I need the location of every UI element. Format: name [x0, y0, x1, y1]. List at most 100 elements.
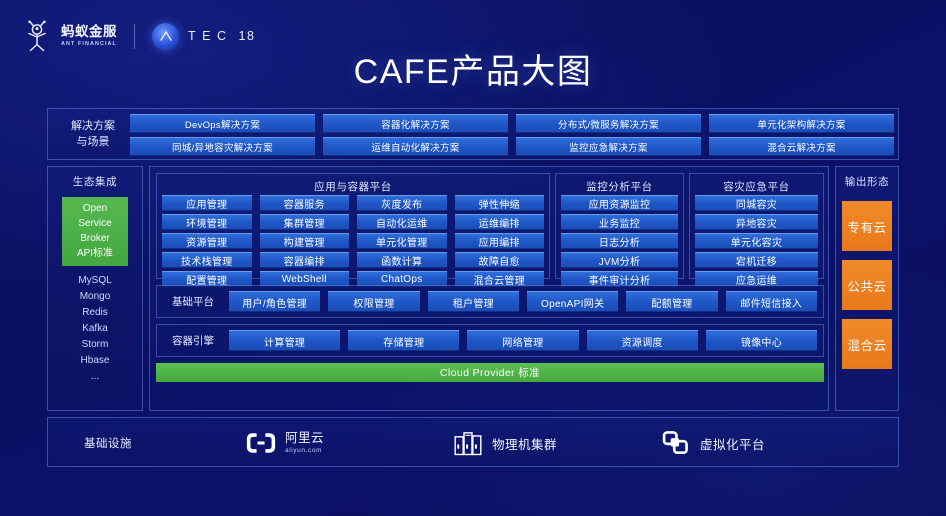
solutions-label-line1: 解决方案	[71, 120, 115, 132]
solution-chip[interactable]: DevOps解决方案	[130, 114, 315, 133]
monitor-chip[interactable]: JVM分析	[561, 252, 678, 268]
monitor-platform-grid: 应用资源监控 业务监控 日志分析 JVM分析 事件审计分析	[561, 195, 678, 287]
app-container-platform-title: 应用与容器平台	[314, 181, 392, 193]
solution-chip[interactable]: 同城/异地容灾解决方案	[130, 137, 315, 156]
solution-chip[interactable]: 单元化架构解决方案	[709, 114, 894, 133]
container-engine-chip[interactable]: 网络管理	[467, 330, 579, 351]
base-platform-chips: 用户/角色管理 权限管理 租户管理 OpenAPI网关 配额管理 邮件短信接入	[229, 291, 823, 312]
app-platform-chip[interactable]: 容器编排	[259, 252, 349, 268]
physical-cluster-name: 物理机集群	[492, 437, 558, 452]
container-engine-chip[interactable]: 存储管理	[348, 330, 460, 351]
aliyun-text: 阿里云 aliyun.com	[285, 431, 325, 454]
aliyun-domain: aliyun.com	[285, 446, 323, 454]
output-forms-title: 输出形态	[844, 176, 890, 188]
monitor-chip[interactable]: 应用资源监控	[561, 195, 678, 211]
solution-chip[interactable]: 混合云解决方案	[709, 137, 894, 156]
ecosystem-item: Storm	[81, 339, 109, 350]
infrastructure-item-aliyun: 阿里云 aliyun.com	[246, 428, 324, 458]
disaster-chip[interactable]: 同城容灾	[695, 195, 818, 211]
output-forms-panel: 输出形态 专有云 公共云 混合云	[835, 166, 899, 411]
ecosystem-title: 生态集成	[72, 176, 118, 188]
solutions-row-2: 同城/异地容灾解决方案 运维自动化解决方案 监控应急解决方案 混合云解决方案	[130, 137, 894, 156]
container-engine-label: 容器引擎	[172, 335, 214, 347]
output-form-box[interactable]: 混合云	[842, 319, 892, 369]
brand-name-cn: 蚂蚁金服	[61, 24, 117, 40]
app-platform-chip[interactable]: 函数计算	[357, 252, 447, 268]
app-container-platform-grid: 应用管理 容器服务 灰度发布 弹性伸缩 环境管理 集群管理 自动化运维 运维编排…	[162, 195, 544, 287]
monitor-chip[interactable]: 日志分析	[561, 233, 678, 249]
base-platform-chip[interactable]: 租户管理	[427, 291, 519, 312]
page-title: CAFE产品大图	[353, 53, 593, 91]
server-rack-icon	[453, 428, 483, 458]
ecosystem-item: Kafka	[82, 323, 108, 334]
solutions-label: 解决方案 与场景	[56, 118, 130, 150]
disaster-chip[interactable]: 宕机迁移	[695, 252, 818, 268]
cloud-provider-standard-bar: Cloud Provider 标准	[156, 363, 824, 382]
app-platform-chip[interactable]: 运维编排	[454, 214, 544, 230]
base-platform-row: 基础平台 用户/角色管理 权限管理 租户管理 OpenAPI网关 配额管理 邮件…	[156, 285, 824, 318]
monitor-chip[interactable]: 业务监控	[561, 214, 678, 230]
ecosystem-panel: 生态集成 Open Service Broker API标准 MySQL Mon…	[47, 166, 143, 411]
app-platform-chip[interactable]: 应用编排	[454, 233, 544, 249]
virtualization-name: 虚拟化平台	[700, 437, 766, 452]
container-engine-row: 容器引擎 计算管理 存储管理 网络管理 资源调度 镜像中心	[156, 324, 824, 357]
base-platform-chip[interactable]: 用户/角色管理	[229, 291, 321, 312]
open-service-broker-block: Open Service Broker API标准	[62, 197, 128, 266]
solution-chip[interactable]: 分布式/微服务解决方案	[516, 114, 701, 133]
solution-chip[interactable]: 运维自动化解决方案	[323, 137, 508, 156]
container-engine-chip[interactable]: 镜像中心	[705, 330, 818, 351]
output-form-box[interactable]: 公共云	[842, 260, 892, 310]
output-form-box[interactable]: 专有云	[842, 201, 892, 251]
app-platform-chip[interactable]: 应用管理	[162, 195, 252, 211]
solution-chip[interactable]: 容器化解决方案	[323, 114, 508, 133]
app-platform-chip[interactable]: 灰度发布	[357, 195, 447, 211]
osb-line: API标准	[76, 248, 114, 259]
disaster-platform-title: 容灾应急平台	[723, 181, 790, 193]
infrastructure-item-physical: 物理机集群	[453, 428, 557, 458]
osb-line: Open	[82, 203, 108, 214]
app-platform-chip[interactable]: 技术栈管理	[162, 252, 252, 268]
disaster-chip[interactable]: 单元化容灾	[695, 233, 818, 249]
base-platform-chip[interactable]: OpenAPI网关	[526, 291, 619, 312]
app-container-platform-panel: 应用与容器平台 应用管理 容器服务 灰度发布 弹性伸缩 环境管理 集群管理 自动…	[156, 173, 550, 287]
infrastructure-panel: 基础设施 阿里云 aliyun.com 物理机集群 虚拟化平台	[47, 417, 899, 467]
solutions-grid: DevOps解决方案 容器化解决方案 分布式/微服务解决方案 单元化架构解决方案…	[130, 114, 894, 156]
atec-word: TEC	[188, 29, 233, 43]
container-engine-chip[interactable]: 资源调度	[586, 330, 698, 351]
atec-year: 18	[238, 29, 256, 43]
app-platform-chip[interactable]: 资源管理	[162, 233, 252, 249]
disaster-platform-grid: 同城容灾 异地容灾 单元化容灾 宕机迁移 应急运维	[695, 195, 818, 287]
app-platform-chip[interactable]: 弹性伸缩	[454, 195, 544, 211]
app-platform-chip[interactable]: 构建管理	[259, 233, 349, 249]
base-platform-chip[interactable]: 邮件短信接入	[725, 291, 817, 312]
solutions-panel: 解决方案 与场景 DevOps解决方案 容器化解决方案 分布式/微服务解决方案 …	[47, 108, 899, 160]
solutions-row-1: DevOps解决方案 容器化解决方案 分布式/微服务解决方案 单元化架构解决方案	[130, 114, 894, 133]
app-platform-chip[interactable]: 故障自愈	[454, 252, 544, 268]
container-engine-chip[interactable]: 计算管理	[229, 330, 341, 351]
base-platform-chip[interactable]: 配额管理	[626, 291, 718, 312]
solutions-label-line2: 与场景	[76, 136, 110, 148]
virtualization-icon	[661, 428, 691, 458]
aliyun-name: 阿里云	[285, 431, 325, 446]
app-platform-chip[interactable]: 容器服务	[259, 195, 349, 211]
monitor-platform-title: 监控分析平台	[586, 181, 653, 193]
ecosystem-item-list: MySQL Mongo Redis Kafka Storm Hbase ...	[48, 274, 142, 384]
base-platform-chip[interactable]: 权限管理	[328, 291, 420, 312]
disaster-chip[interactable]: 异地容灾	[695, 214, 818, 230]
container-engine-chips: 计算管理 存储管理 网络管理 资源调度 镜像中心	[229, 330, 823, 351]
app-platform-chip[interactable]: 环境管理	[162, 214, 252, 230]
infrastructure-item-virtualization: 虚拟化平台	[661, 428, 765, 458]
app-platform-chip[interactable]: 自动化运维	[357, 214, 447, 230]
slide-header: 蚂蚁金服 ANT FINANCIAL TEC 18 CAFE产品大图	[0, 0, 946, 103]
ecosystem-item: Redis	[82, 307, 108, 318]
solution-chip[interactable]: 监控应急解决方案	[516, 137, 701, 156]
app-platform-chip[interactable]: 单元化管理	[357, 233, 447, 249]
ecosystem-item: ...	[90, 371, 100, 382]
slide-canvas: 蚂蚁金服 ANT FINANCIAL TEC 18 CAFE产品大图 解决方案 …	[0, 0, 946, 516]
ecosystem-item: Hbase	[80, 355, 110, 366]
ecosystem-item: Mongo	[79, 291, 111, 302]
aliyun-logo-icon	[246, 428, 276, 458]
disaster-recovery-platform-panel: 容灾应急平台 同城容灾 异地容灾 单元化容灾 宕机迁移 应急运维	[689, 173, 824, 287]
platforms-container: 应用与容器平台 应用管理 容器服务 灰度发布 弹性伸缩 环境管理 集群管理 自动…	[149, 166, 829, 411]
app-platform-chip[interactable]: 集群管理	[259, 214, 349, 230]
